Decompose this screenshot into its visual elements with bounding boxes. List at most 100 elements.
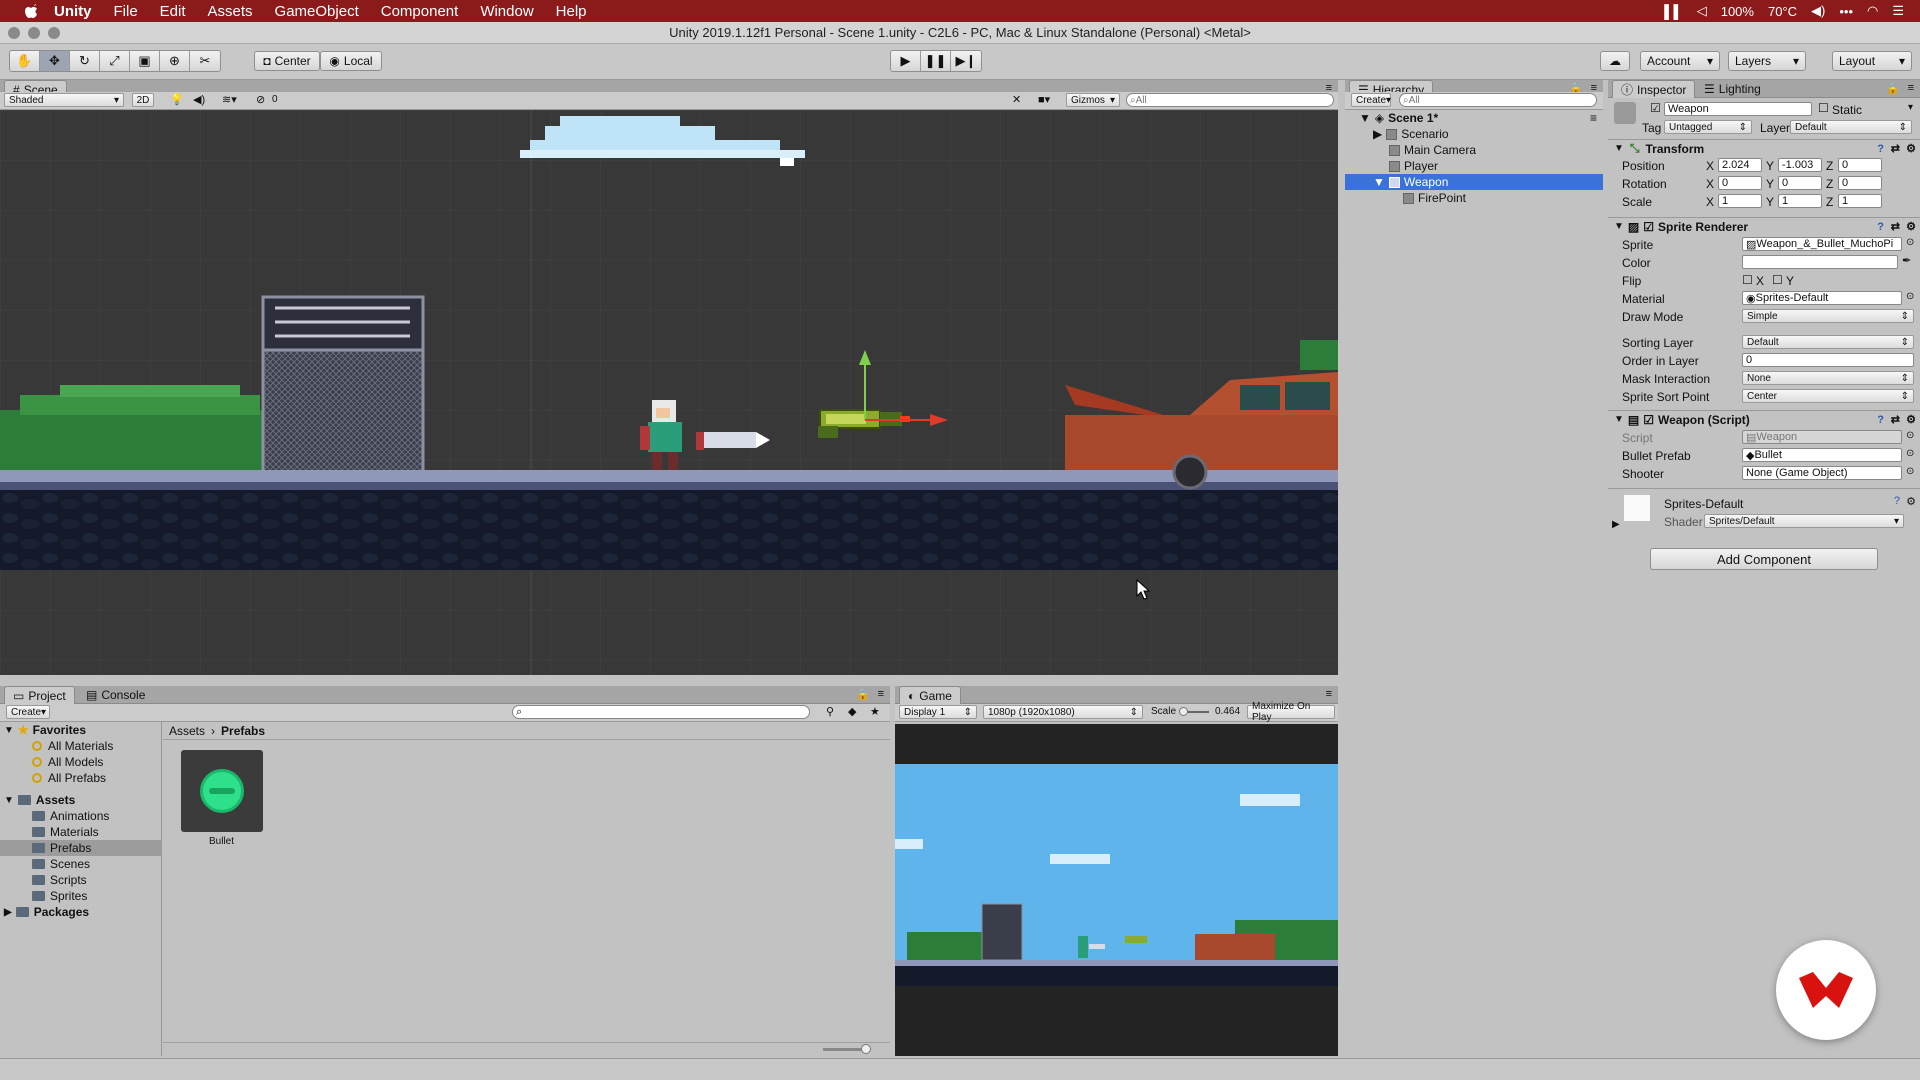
game-viewport[interactable] (895, 724, 1338, 1056)
layout-dropdown[interactable]: Layout ▾ (1832, 51, 1912, 71)
hierarchy-item[interactable]: ▶ Scenario (1345, 126, 1603, 142)
expand-arrow-icon[interactable]: ▶ (4, 907, 12, 918)
static-checkbox[interactable]: ☐ (1818, 101, 1829, 115)
weapon-script-header[interactable]: ▼ ▤ ☑ Weapon (Script) ? ⇄ ⚙ (1608, 410, 1920, 428)
scale-x-input[interactable]: 1 (1718, 194, 1762, 208)
gear-icon[interactable]: ⚙ (1906, 495, 1916, 508)
expand-arrow-icon[interactable]: ▼ (1359, 111, 1371, 125)
lock-icon[interactable]: 🔒 (856, 688, 870, 701)
position-x-input[interactable]: 2.024 (1718, 158, 1762, 172)
slider-handle[interactable] (861, 1044, 871, 1054)
scene-viewport[interactable] (0, 110, 1338, 675)
preset-icon[interactable]: ⇄ (1891, 142, 1900, 155)
menu-window[interactable]: Window (480, 3, 533, 20)
scene-menu-icon[interactable]: ≡ (1590, 111, 1597, 125)
shader-dropdown[interactable]: Sprites/Default ▾ (1704, 514, 1904, 528)
order-in-layer-input[interactable]: 0 (1742, 353, 1914, 367)
favorite-item[interactable]: All Prefabs (0, 770, 162, 786)
rotate-tool-icon[interactable]: ↻ (70, 51, 100, 71)
preset-icon[interactable]: ⇄ (1891, 220, 1900, 233)
favorite-star-icon[interactable]: ★ (870, 705, 880, 718)
pivot-center-button[interactable]: ◘ Center (254, 51, 320, 71)
account-dropdown[interactable]: Account ▾ (1640, 51, 1720, 71)
help-icon[interactable]: ? (1877, 221, 1884, 233)
favorite-item[interactable]: All Materials (0, 738, 162, 754)
layers-dropdown[interactable]: Layers ▾ (1728, 51, 1806, 71)
battery-status[interactable]: 100% (1721, 4, 1754, 19)
maximize-on-play-toggle[interactable]: Maximize On Play (1247, 701, 1335, 723)
favorite-item[interactable]: All Models (0, 754, 162, 770)
sprite-object-field[interactable]: ▨ Weapon_&_Bullet_MuchoPi (1742, 237, 1902, 251)
draw-mode-dropdown[interactable]: Simple ⇕ (1742, 309, 1914, 323)
menu-edit[interactable]: Edit (160, 3, 186, 20)
preset-icon[interactable]: ⇄ (1891, 413, 1900, 426)
position-z-input[interactable]: 0 (1838, 158, 1882, 172)
packages-row[interactable]: ▶ Packages (0, 904, 162, 920)
step-icon[interactable]: ▶❙ (951, 51, 981, 71)
folder-item[interactable]: Scenes (0, 856, 162, 872)
hand-tool-icon[interactable]: ✋ (10, 51, 40, 71)
project-search-input[interactable]: ⌕ (512, 705, 810, 719)
hierarchy-search-input[interactable]: ⌕ All (1399, 93, 1597, 107)
tag-dropdown[interactable]: Untagged ⇕ (1664, 120, 1752, 134)
zoom-window-button[interactable] (48, 27, 60, 39)
gear-icon[interactable]: ⚙ (1906, 220, 1916, 233)
transform-tool-icon[interactable]: ⊕ (160, 51, 190, 71)
panel-menu-icon[interactable]: ≡ (1326, 688, 1332, 700)
menu-assets[interactable]: Assets (208, 3, 253, 20)
object-name-input[interactable]: Weapon (1664, 102, 1812, 116)
filter-label-icon[interactable]: ◆ (848, 705, 856, 718)
menu-help[interactable]: Help (556, 3, 587, 20)
collapse-arrow-icon[interactable]: ▼ (1614, 414, 1624, 425)
gear-icon[interactable]: ⚙ (1906, 413, 1916, 426)
hidden-objects-icon[interactable]: ⊘ (256, 93, 265, 106)
sprite-renderer-header[interactable]: ▼ ▨ ☑ Sprite Renderer ? ⇄ ⚙ (1608, 217, 1920, 235)
rotation-x-input[interactable]: 0 (1718, 176, 1762, 190)
eyedropper-icon[interactable]: ✒ (1902, 254, 1911, 267)
breadcrumb-item[interactable]: Prefabs (221, 724, 265, 738)
hierarchy-item-selected[interactable]: ▼ Weapon (1345, 174, 1603, 190)
scale-tool-icon[interactable]: ⤢ (100, 51, 130, 71)
menu-app-unity[interactable]: Unity (54, 3, 92, 20)
rotation-y-input[interactable]: 0 (1778, 176, 1822, 190)
hierarchy-scene-row[interactable]: ▼ ◈ Scene 1* ≡ (1345, 110, 1603, 126)
object-picker-icon[interactable]: ⊙ (1906, 466, 1914, 477)
shooter-field[interactable]: None (Game Object) (1742, 466, 1902, 480)
cloud-button[interactable]: ☁ (1600, 51, 1630, 71)
pause-icon[interactable]: ❚❚ (921, 51, 951, 71)
volume-icon[interactable]: ◀) (1811, 3, 1825, 19)
active-checkbox[interactable]: ☑ (1650, 101, 1661, 115)
filter-type-icon[interactable]: ⚲ (826, 705, 834, 718)
hierarchy-item[interactable]: Main Camera (1345, 142, 1603, 158)
bullet-prefab-field[interactable]: ◆ Bullet (1742, 448, 1902, 462)
add-component-button[interactable]: Add Component (1650, 548, 1878, 570)
enabled-checkbox[interactable]: ☑ (1643, 413, 1654, 427)
rotation-z-input[interactable]: 0 (1838, 176, 1882, 190)
play-icon[interactable]: ▶ (891, 51, 921, 71)
scale-y-input[interactable]: 1 (1778, 194, 1822, 208)
shading-mode-dropdown[interactable]: Shaded ▾ (4, 93, 124, 107)
expand-arrow-icon[interactable]: ▼ (4, 725, 14, 736)
object-picker-icon[interactable]: ⊙ (1906, 237, 1914, 248)
sprite-sort-point-dropdown[interactable]: Center ⇕ (1742, 389, 1914, 403)
more-icon[interactable]: ••• (1839, 4, 1853, 19)
tools-icon[interactable]: ✕ (1012, 93, 1021, 106)
wifi-icon[interactable]: ◠ (1867, 3, 1878, 19)
toggle-2d-button[interactable]: 2D (132, 93, 154, 107)
expand-arrow-icon[interactable]: ▶ (1612, 519, 1620, 530)
folder-item[interactable]: Materials (0, 824, 162, 840)
transform-header[interactable]: ▼ ⤡ Transform ? ⇄ ⚙ (1608, 139, 1920, 157)
lighting-toggle-icon[interactable]: 💡 (170, 93, 184, 106)
asset-thumbnail[interactable] (181, 750, 263, 832)
resolution-dropdown[interactable]: 1080p (1920x1080) ⇕ (983, 705, 1143, 719)
temperature-status[interactable]: 70°C (1768, 4, 1797, 19)
folder-item[interactable]: Scripts (0, 872, 162, 888)
tab-project[interactable]: ▭ Project (4, 686, 75, 704)
scale-z-input[interactable]: 1 (1838, 194, 1882, 208)
collapse-arrow-icon[interactable]: ▼ (1614, 221, 1624, 232)
audio-toggle-icon[interactable]: ◀) (193, 93, 205, 106)
help-icon[interactable]: ? (1877, 143, 1884, 155)
sidebar-status-icon[interactable]: ▌▌ (1664, 4, 1682, 19)
assets-row[interactable]: ▼ Assets (0, 792, 162, 808)
minimize-window-button[interactable] (28, 27, 40, 39)
